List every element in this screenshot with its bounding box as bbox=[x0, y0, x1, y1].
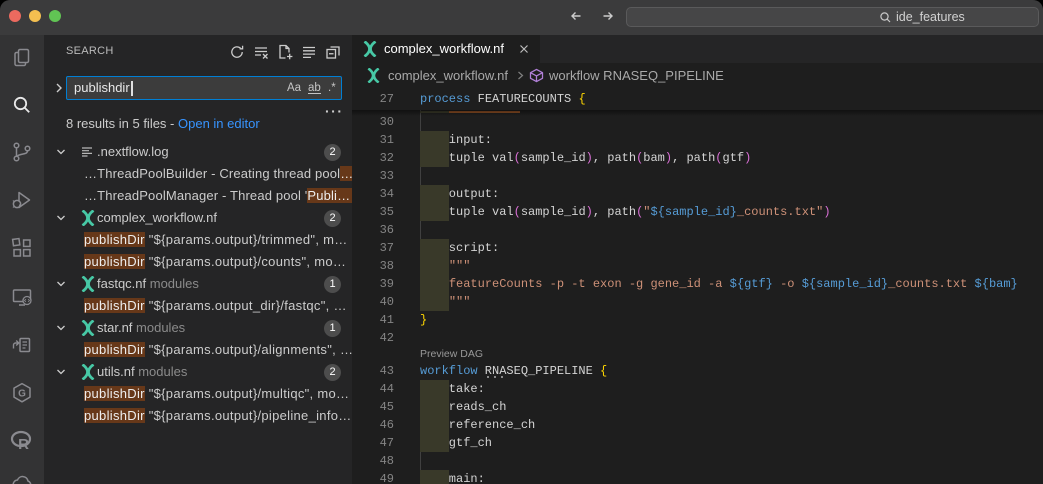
svg-text:R: R bbox=[18, 436, 29, 453]
svg-text:G: G bbox=[18, 389, 26, 400]
